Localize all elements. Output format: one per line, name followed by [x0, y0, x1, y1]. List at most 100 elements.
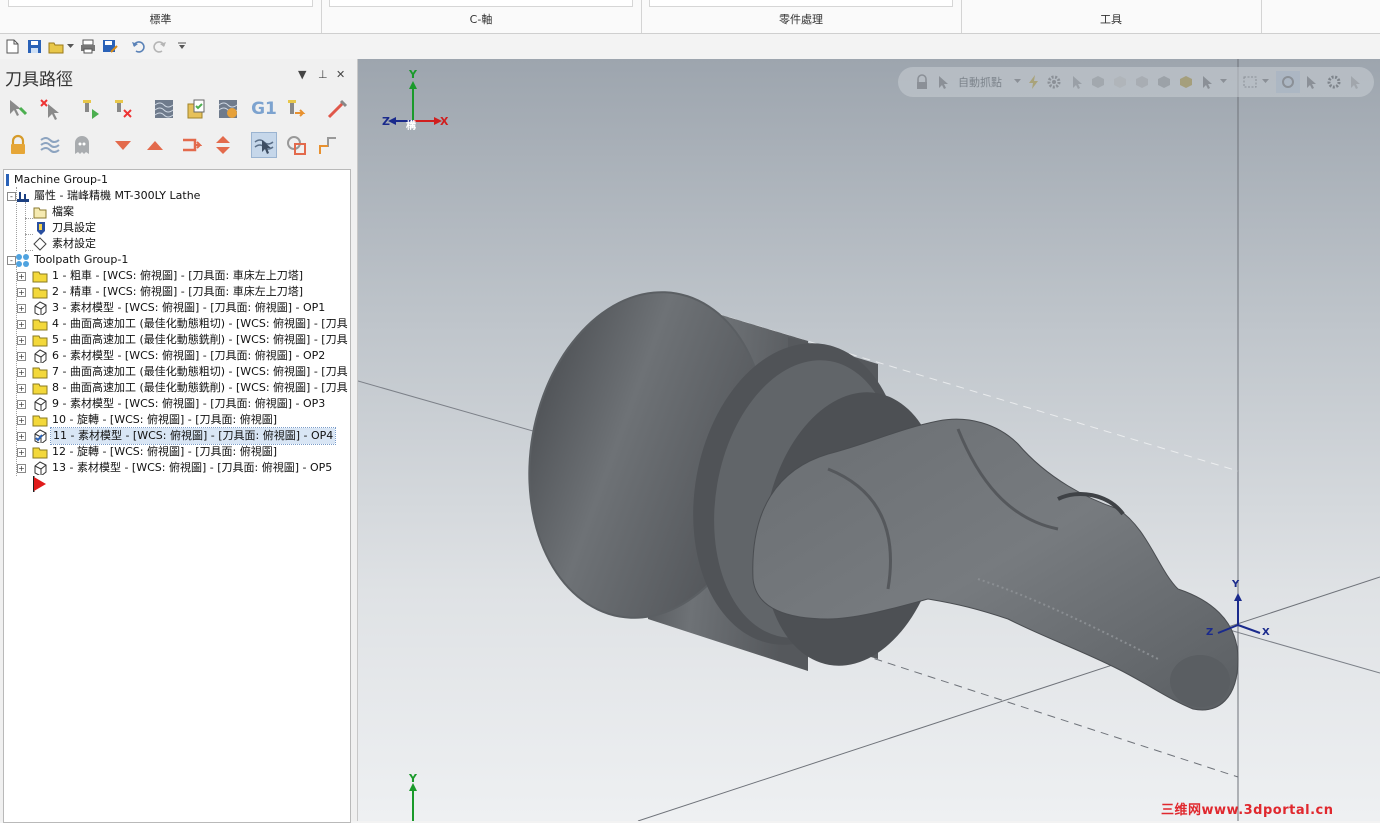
- tree-operation-row[interactable]: + 10 - 旋轉 - [WCS: 俯視圖] - [刀具面: 俯視圖]: [4, 412, 350, 428]
- tree-node-tool-settings[interactable]: 刀具設定: [4, 220, 350, 236]
- tree-node-label: 7 - 曲面高速加工 (最佳化動態粗切) - [WCS: 俯視圖] - [刀具: [52, 365, 348, 378]
- part-tip: [1170, 655, 1230, 707]
- expand-icon[interactable]: +: [17, 272, 26, 281]
- chevron-down-icon[interactable]: [1220, 78, 1228, 86]
- tree-node-toolpath-group[interactable]: - Toolpath Group-1: [4, 252, 350, 268]
- tree-node-properties[interactable]: - 屬性 - 瑞峰精機 MT-300LY Lathe: [4, 188, 350, 204]
- simulate-icon[interactable]: [215, 96, 241, 122]
- save-icon[interactable]: [26, 38, 42, 54]
- expand-icon[interactable]: +: [17, 368, 26, 377]
- tree-operation-row[interactable]: + 2 - 精車 - [WCS: 俯視圖] - [刀具面: 車床左上刀塔]: [4, 284, 350, 300]
- viewport-canvas[interactable]: [358, 59, 1380, 821]
- tree-operation-row[interactable]: + 7 - 曲面高速加工 (最佳化動態粗切) - [WCS: 俯視圖] - [刀…: [4, 364, 350, 380]
- open-file-icon[interactable]: [48, 38, 64, 54]
- ribbon-gallery: [8, 0, 313, 7]
- panel-menu-chevron-icon[interactable]: ▼: [298, 68, 306, 81]
- customize-toolbar-icon[interactable]: [176, 38, 188, 54]
- tree-operation-row[interactable]: + 9 - 素材模型 - [WCS: 俯視圖] - [刀具面: 俯視圖] - O…: [4, 396, 350, 412]
- tree-operation-row[interactable]: + 6 - 素材模型 - [WCS: 俯視圖] - [刀具面: 俯視圖] - O…: [4, 348, 350, 364]
- solid-select-icon[interactable]: [1090, 74, 1106, 90]
- lock-icon[interactable]: [914, 74, 930, 90]
- tree-operation-row[interactable]: + 1 - 粗車 - [WCS: 俯視圖] - [刀具面: 車床左上刀塔]: [4, 268, 350, 284]
- expand-icon[interactable]: +: [17, 288, 26, 297]
- expand-icon[interactable]: +: [17, 400, 26, 409]
- expand-icon[interactable]: +: [17, 352, 26, 361]
- print-icon[interactable]: [80, 38, 96, 54]
- tree-operation-row[interactable]: + 12 - 旋轉 - [WCS: 俯視圖] - [刀具面: 俯視圖]: [4, 444, 350, 460]
- move-down-icon[interactable]: [110, 132, 136, 158]
- close-icon[interactable]: ✕: [336, 68, 345, 81]
- chevron-down-icon[interactable]: [1262, 78, 1270, 86]
- operations-tree[interactable]: Machine Group-1 - 屬性 - 瑞峰精機 MT-300LY Lat…: [3, 169, 351, 823]
- tree-node-stock-settings[interactable]: 素材設定: [4, 236, 350, 252]
- window-select-icon[interactable]: [1242, 74, 1258, 90]
- tree-node-machine-group[interactable]: Machine Group-1: [4, 172, 350, 188]
- redo-icon[interactable]: [151, 38, 167, 54]
- backplot-icon[interactable]: [151, 96, 177, 122]
- path-icon[interactable]: [315, 132, 341, 158]
- tree-node-files[interactable]: 檔案: [4, 204, 350, 220]
- solid-edge-icon[interactable]: [1134, 74, 1150, 90]
- expand-icon[interactable]: +: [17, 384, 26, 393]
- view-icon[interactable]: [283, 132, 309, 158]
- regen-all-icon[interactable]: [78, 96, 104, 122]
- tree-operation-row-selected[interactable]: + 11 - 素材模型 - [WCS: 俯視圖] - [刀具面: 俯視圖] - …: [4, 427, 350, 445]
- tree-node-label: 刀具設定: [52, 221, 96, 234]
- post-g1-icon[interactable]: G1: [251, 96, 277, 122]
- expand-icon[interactable]: +: [17, 432, 26, 441]
- insert-arrow-icon[interactable]: [178, 132, 204, 158]
- tree-operation-row[interactable]: + 8 - 曲面高速加工 (最佳化動態銑削) - [WCS: 俯視圖] - [刀…: [4, 380, 350, 396]
- expand-icon[interactable]: +: [17, 464, 26, 473]
- verify-selection-icon[interactable]: [1280, 74, 1296, 90]
- verify-icon[interactable]: [183, 96, 209, 122]
- lock-icon[interactable]: [5, 132, 31, 158]
- new-file-icon[interactable]: [4, 38, 20, 54]
- gear-icon[interactable]: [1046, 74, 1062, 90]
- regen-dirty-icon[interactable]: [110, 96, 136, 122]
- chevron-down-icon[interactable]: [66, 38, 74, 54]
- ghost-icon[interactable]: [69, 132, 95, 158]
- watermark: 三维网www.3dportal.cn: [1161, 803, 1334, 818]
- save-as-icon[interactable]: [102, 38, 118, 54]
- expand-icon[interactable]: +: [17, 304, 26, 313]
- tree-operation-row[interactable]: + 4 - 曲面高速加工 (最佳化動態粗切) - [WCS: 俯視圖] - [刀…: [4, 316, 350, 332]
- tree-operation-row[interactable]: + 3 - 素材模型 - [WCS: 俯視圖] - [刀具面: 俯視圖] - O…: [4, 300, 350, 316]
- expand-icon[interactable]: +: [17, 320, 26, 329]
- tree-operation-row[interactable]: + 5 - 曲面高速加工 (最佳化動態銑削) - [WCS: 俯視圖] - [刀…: [4, 332, 350, 348]
- select-mode-icon[interactable]: [1200, 74, 1216, 90]
- deselect-icon[interactable]: [37, 96, 63, 122]
- toolpath-group-icon: [16, 254, 29, 267]
- post-selected-icon[interactable]: [283, 96, 309, 122]
- undo-icon[interactable]: [130, 38, 146, 54]
- tree-operation-row[interactable]: + 13 - 素材模型 - [WCS: 俯視圖] - [刀具面: 俯視圖] - …: [4, 460, 350, 476]
- insert-marker-icon[interactable]: [32, 476, 48, 492]
- expand-icon[interactable]: +: [17, 336, 26, 345]
- select-mode-icon[interactable]: [251, 132, 277, 158]
- clear-selection-icon[interactable]: [1326, 74, 1342, 90]
- graphics-viewport[interactable]: Y X Z 構 Y X Z Y 自動抓點 三维网www.3dportal.cn: [358, 59, 1380, 821]
- select-all-icon[interactable]: [5, 96, 31, 122]
- undo-selection-icon[interactable]: [1348, 74, 1364, 90]
- expand-icon[interactable]: +: [17, 448, 26, 457]
- highfeed-icon[interactable]: [324, 96, 350, 122]
- tree-node-label: 11 - 素材模型 - [WCS: 俯視圖] - [刀具面: 俯視圖] - OP…: [49, 427, 337, 445]
- pin-icon[interactable]: ⊥: [318, 68, 328, 81]
- auto-snap-label[interactable]: 自動抓點: [958, 74, 1002, 90]
- expand-icon[interactable]: +: [17, 416, 26, 425]
- chevron-down-icon[interactable]: [1014, 78, 1022, 86]
- ribbon-group-bar: 標準 C-軸 零件處理 工具: [0, 0, 1380, 34]
- solid-face-icon[interactable]: [1112, 74, 1128, 90]
- scroll-arrow-icon[interactable]: [210, 132, 236, 158]
- expand-icon[interactable]: -: [7, 192, 16, 201]
- snap-cursor-icon[interactable]: [936, 74, 952, 90]
- toggle-display-icon[interactable]: [37, 132, 63, 158]
- solid-body-icon[interactable]: [1156, 74, 1172, 90]
- ribbon-group-label: 標準: [149, 13, 172, 26]
- g1-label: G1: [251, 99, 277, 119]
- select-arrow-icon[interactable]: [1070, 74, 1086, 90]
- solid-loop-icon[interactable]: [1178, 74, 1194, 90]
- select-all-icon[interactable]: [1304, 74, 1320, 90]
- move-up-icon[interactable]: [142, 132, 168, 158]
- tool-settings-icon: [37, 222, 45, 235]
- lightning-icon[interactable]: [1026, 74, 1042, 90]
